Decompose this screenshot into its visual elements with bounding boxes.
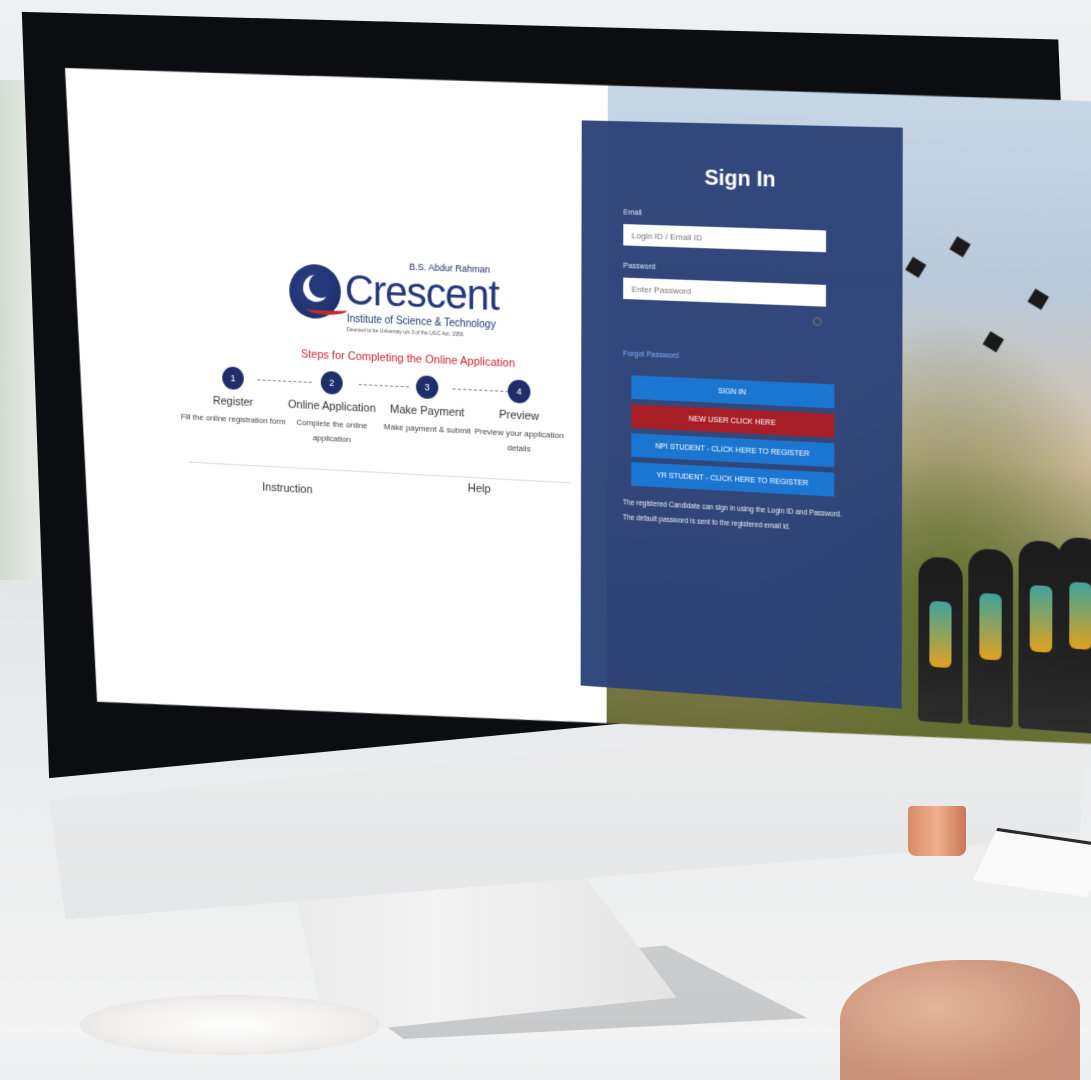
forgot-password-link[interactable]: Forgot Password: [623, 350, 679, 360]
step-register: 1 Register Fill the online registration …: [179, 364, 287, 429]
desk-plant-pot: [908, 806, 966, 856]
step-desc: Preview your application details: [474, 426, 564, 454]
step-title: Register: [212, 394, 254, 410]
step-number: 4: [508, 379, 531, 403]
step-title: Preview: [498, 408, 540, 424]
tab-help[interactable]: Help: [468, 482, 491, 496]
crescent-logo: B.S. Abdur Rahman Crescent Institute of …: [289, 257, 501, 349]
graduate-figure: [918, 556, 963, 724]
left-pane: B.S. Abdur Rahman Crescent Institute of …: [64, 68, 608, 741]
password-label: Password: [623, 262, 656, 272]
signin-title: Sign In: [704, 166, 776, 192]
logo-name: Crescent: [344, 267, 499, 320]
step-number: 1: [222, 366, 244, 390]
graduate-figure: [968, 548, 1013, 728]
step-number: 3: [416, 375, 438, 399]
step-online-application: 2 Online Application Complete the online…: [277, 369, 387, 449]
monitor-screen: B.S. Abdur Rahman Crescent Institute of …: [65, 68, 1015, 718]
new-user-button[interactable]: NEW USER CLICK HERE: [631, 404, 834, 438]
flying-cap: [1028, 289, 1050, 310]
signin-panel: Sign In Email Password Forgot Password S…: [581, 120, 903, 708]
signin-button[interactable]: SIGN IN: [631, 375, 834, 408]
steps-heading: Steps for Completing the Online Applicat…: [300, 348, 516, 371]
crescent-emblem-icon: [289, 263, 341, 319]
step-desc: Fill the online registration form: [180, 411, 286, 427]
password-field[interactable]: [623, 278, 826, 307]
login-page: B.S. Abdur Rahman Crescent Institute of …: [64, 68, 1091, 779]
tab-instruction[interactable]: Instruction: [262, 481, 312, 496]
step-number: 2: [321, 371, 343, 395]
flying-cap: [905, 257, 926, 278]
flying-cap: [949, 236, 970, 257]
person-hand: [840, 960, 1080, 1080]
graduate-figure: [1058, 537, 1091, 735]
coffee-cup: [80, 995, 380, 1055]
npi-register-button[interactable]: NPI STUDENT - CLICK HERE TO REGISTER: [631, 433, 834, 467]
email-label: Email: [623, 209, 642, 218]
email-field[interactable]: [623, 224, 826, 252]
show-password-icon[interactable]: [813, 317, 822, 326]
panel-notch: [571, 246, 581, 268]
steps-list: 1 Register Fill the online registration …: [179, 364, 560, 477]
signin-note: The registered Candidate can sign in usi…: [622, 499, 843, 532]
step-preview: 4 Preview Preview your application detai…: [463, 377, 576, 459]
step-desc: Complete the online application: [296, 417, 368, 445]
step-title: Online Application: [287, 398, 376, 416]
yr-register-button[interactable]: YR STUDENT - CLICK HERE TO REGISTER: [631, 462, 834, 497]
flying-cap: [983, 331, 1004, 352]
